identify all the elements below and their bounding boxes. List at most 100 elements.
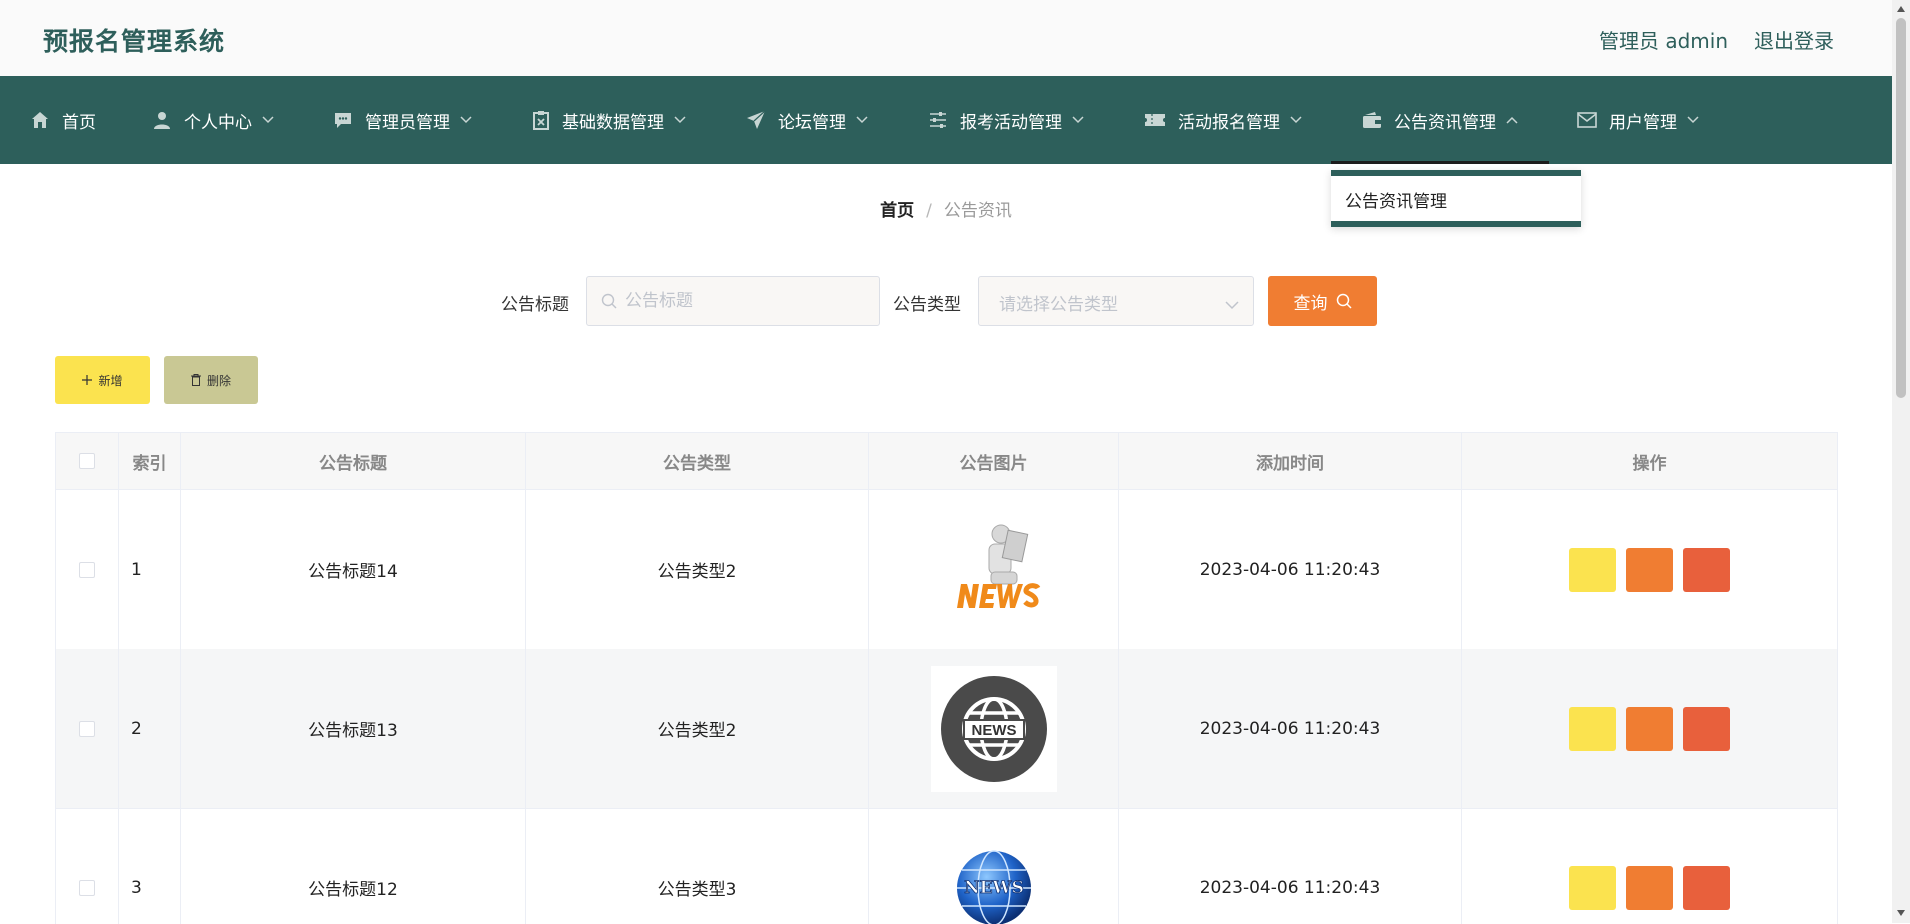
nav-item-base-data-management[interactable]: 基础数据管理 <box>532 76 686 164</box>
breadcrumb-current: 公告资讯 <box>944 201 1012 221</box>
nav-label: 活动报名管理 <box>1178 108 1280 133</box>
table-row: 3 公告标题12 公告类型3 NEWS 2023-04-06 11:20:43 <box>56 808 1837 924</box>
main-nav: 首页 个人中心 管理员管理 基础数据管理 论坛管理 <box>0 76 1892 164</box>
remove-button[interactable] <box>1683 707 1730 751</box>
query-label: 查询 <box>1294 289 1328 314</box>
title-search-input[interactable] <box>625 277 870 325</box>
title-search-field[interactable] <box>586 276 880 326</box>
nav-label: 论坛管理 <box>778 108 846 133</box>
announcement-table: 索引 公告标题 公告类型 公告图片 添加时间 操作 1 公告标题14 公告类型2… <box>55 432 1838 924</box>
header-type: 公告类型 <box>526 433 869 489</box>
scroll-up-arrow-icon[interactable] <box>1896 4 1906 14</box>
view-button[interactable] <box>1569 548 1616 592</box>
sliders-icon <box>928 110 948 130</box>
admin-label: 管理员 admin <box>1599 25 1728 54</box>
logout-link[interactable]: 退出登录 <box>1754 25 1834 54</box>
breadcrumb-separator: / <box>926 201 932 221</box>
delete-button[interactable]: 删除 <box>164 356 258 404</box>
chevron-down-icon <box>1072 116 1084 124</box>
news-globe-blue-image[interactable]: NEWS <box>952 846 1036 924</box>
chevron-down-icon <box>460 116 472 124</box>
query-button[interactable]: 查询 <box>1268 276 1377 326</box>
app-title: 预报名管理系统 <box>43 22 225 58</box>
row-title: 公告标题13 <box>181 649 526 808</box>
row-time: 2023-04-06 11:20:43 <box>1119 490 1462 649</box>
nav-label: 报考活动管理 <box>960 108 1062 133</box>
row-title: 公告标题12 <box>181 808 526 924</box>
nav-item-home[interactable]: 首页 <box>30 76 96 164</box>
ticket-icon <box>1144 111 1166 129</box>
row-type: 公告类型3 <box>526 808 869 924</box>
remove-button[interactable] <box>1683 866 1730 910</box>
svg-text:NEWS: NEWS <box>971 722 1016 739</box>
news-person-image[interactable] <box>939 520 1049 620</box>
type-select-placeholder: 请选择公告类型 <box>999 290 1118 315</box>
home-icon <box>30 110 50 130</box>
scrollbar-thumb[interactable] <box>1896 18 1906 398</box>
clipboard-icon <box>532 110 550 130</box>
delete-label: 删除 <box>207 372 231 389</box>
type-select[interactable]: 请选择公告类型 <box>978 276 1254 326</box>
row-checkbox[interactable] <box>79 562 95 578</box>
row-index: 1 <box>119 490 181 649</box>
row-image-cell: NEWS <box>869 808 1119 924</box>
nav-item-activity-signup-management[interactable]: 活动报名管理 <box>1144 76 1302 164</box>
breadcrumb-home[interactable]: 首页 <box>880 201 914 221</box>
nav-item-forum-management[interactable]: 论坛管理 <box>746 76 868 164</box>
chevron-down-icon <box>856 116 868 124</box>
edit-button[interactable] <box>1626 866 1673 910</box>
row-actions <box>1462 649 1837 808</box>
chevron-down-icon <box>674 116 686 124</box>
table-header: 索引 公告标题 公告类型 公告图片 添加时间 操作 <box>56 433 1837 490</box>
row-image-cell: NEWS <box>869 649 1119 808</box>
nav-label: 首页 <box>62 108 96 133</box>
row-time: 2023-04-06 11:20:43 <box>1119 808 1462 924</box>
edit-button[interactable] <box>1626 707 1673 751</box>
row-checkbox[interactable] <box>79 880 95 896</box>
chevron-down-icon <box>1687 116 1699 124</box>
nav-item-exam-activity-management[interactable]: 报考活动管理 <box>928 76 1084 164</box>
nav-item-announcement-management[interactable]: 公告资讯管理 <box>1362 76 1518 164</box>
scroll-down-arrow-icon[interactable] <box>1896 908 1906 918</box>
row-select-cell <box>56 649 119 808</box>
nav-label: 基础数据管理 <box>562 108 664 133</box>
chevron-up-icon <box>1506 116 1518 124</box>
table-row: 2 公告标题13 公告类型2 NEWS 2023-04-06 11:20:43 <box>56 649 1837 809</box>
row-type: 公告类型2 <box>526 490 869 649</box>
row-select-cell <box>56 490 119 649</box>
svg-text:NEWS: NEWS <box>964 878 1024 898</box>
row-index: 3 <box>119 808 181 924</box>
nav-label: 公告资讯管理 <box>1394 108 1496 133</box>
header-actions: 操作 <box>1462 433 1837 489</box>
plus-icon <box>82 375 92 385</box>
trash-icon <box>191 374 201 386</box>
add-label: 新增 <box>98 372 122 389</box>
row-actions <box>1462 490 1837 649</box>
search-icon <box>601 293 617 313</box>
edit-button[interactable] <box>1626 548 1673 592</box>
select-all-checkbox[interactable] <box>79 453 95 469</box>
add-button[interactable]: 新增 <box>55 356 150 404</box>
chevron-down-icon <box>1290 116 1302 124</box>
view-button[interactable] <box>1569 707 1616 751</box>
header-time: 添加时间 <box>1119 433 1462 489</box>
row-checkbox[interactable] <box>79 721 95 737</box>
nav-label: 个人中心 <box>184 108 252 133</box>
view-button[interactable] <box>1569 866 1616 910</box>
user-icon <box>152 110 172 130</box>
remove-button[interactable] <box>1683 548 1730 592</box>
mail-icon <box>1577 112 1597 128</box>
row-type: 公告类型2 <box>526 649 869 808</box>
nav-item-personal-center[interactable]: 个人中心 <box>152 76 274 164</box>
nav-item-user-management[interactable]: 用户管理 <box>1577 76 1699 164</box>
search-icon <box>1336 293 1352 309</box>
header-image: 公告图片 <box>869 433 1119 489</box>
breadcrumb: 首页 / 公告资讯 <box>0 196 1892 221</box>
top-header: 预报名管理系统 管理员 admin 退出登录 <box>0 0 1892 77</box>
nav-item-admin-management[interactable]: 管理员管理 <box>333 76 472 164</box>
wallet-icon <box>1362 111 1382 129</box>
news-globe-dark-image[interactable]: NEWS <box>931 666 1057 792</box>
send-icon <box>746 110 766 130</box>
page-scrollbar[interactable] <box>1892 0 1910 923</box>
table-row: 1 公告标题14 公告类型2 2023-04-06 11:20:43 <box>56 490 1837 650</box>
